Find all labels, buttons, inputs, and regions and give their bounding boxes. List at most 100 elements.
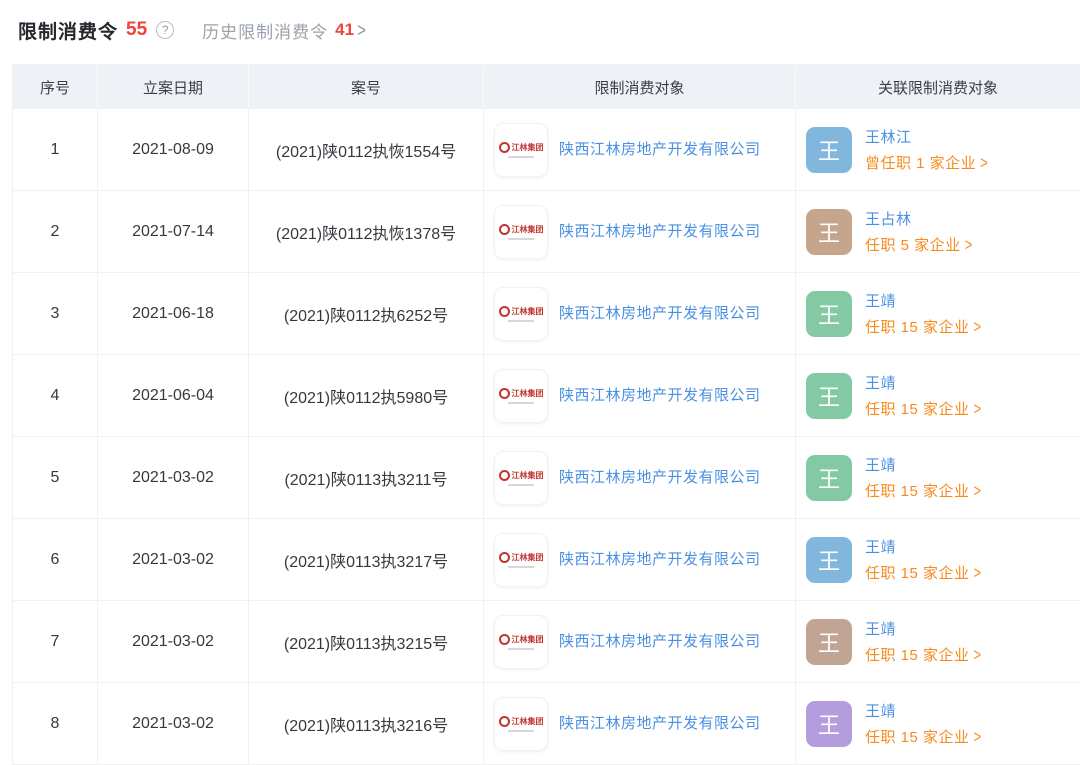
company-logo-subline (508, 238, 534, 240)
table-row: 3 2021-06-18 (2021)陕0112执6252号 江林集团 陕西江林… (13, 272, 1080, 354)
person-relation-link[interactable]: 任职 15 家企业 > (865, 562, 982, 583)
company-logo-text: 江林集团 (512, 634, 544, 645)
chevron-right-icon: > (974, 562, 982, 582)
person-name-link[interactable]: 王靖 (865, 454, 982, 475)
company-logo[interactable]: 江林集团 (494, 205, 548, 259)
table-row: 5 2021-03-02 (2021)陕0113执3211号 江林集团 陕西江林… (13, 436, 1080, 518)
company-logo-text: 江林集团 (512, 388, 544, 399)
row-index: 7 (13, 601, 98, 682)
company-name-link[interactable]: 陕西江林房地产开发有限公司 (559, 218, 787, 245)
restricted-company-cell: 江林集团 陕西江林房地产开发有限公司 (484, 437, 796, 518)
row-index: 5 (13, 437, 98, 518)
person-avatar[interactable]: 王 (806, 701, 852, 747)
section-header: 限制消费令 55 ? 历史限制消费令 41 > (0, 0, 1080, 56)
filing-date: 2021-07-14 (98, 191, 249, 272)
company-logo[interactable]: 江林集团 (494, 697, 548, 751)
col-header-index: 序号 (13, 65, 98, 109)
person-name-link[interactable]: 王靖 (865, 700, 982, 721)
person-avatar[interactable]: 王 (806, 373, 852, 419)
history-link-label: 历史限制消费令 (202, 18, 328, 43)
company-name-link[interactable]: 陕西江林房地产开发有限公司 (559, 546, 787, 573)
company-logo-subline (508, 484, 534, 486)
associated-person-cell: 王 王靖 任职 15 家企业 > (796, 519, 1080, 600)
company-logo[interactable]: 江林集团 (494, 287, 548, 341)
table-row: 7 2021-03-02 (2021)陕0113执3215号 江林集团 陕西江林… (13, 600, 1080, 682)
restricted-company-cell: 江林集团 陕西江林房地产开发有限公司 (484, 519, 796, 600)
row-index: 1 (13, 109, 98, 190)
table-row: 6 2021-03-02 (2021)陕0113执3217号 江林集团 陕西江林… (13, 518, 1080, 600)
person-name-link[interactable]: 王靖 (865, 372, 982, 393)
case-number: (2021)陕0112执恢1378号 (249, 191, 484, 272)
company-logo[interactable]: 江林集团 (494, 615, 548, 669)
col-header-restricted-target: 限制消费对象 (484, 65, 796, 109)
person-relation-link[interactable]: 任职 15 家企业 > (865, 480, 982, 501)
case-number: (2021)陕0113执3215号 (249, 601, 484, 682)
chevron-right-icon: > (980, 152, 988, 172)
company-logo-subline (508, 402, 534, 404)
person-relation-link[interactable]: 任职 15 家企业 > (865, 316, 982, 337)
restriction-table: 序号 立案日期 案号 限制消费对象 关联限制消费对象 1 2021-08-09 … (12, 64, 1080, 765)
case-number: (2021)陕0113执3217号 (249, 519, 484, 600)
restricted-company-cell: 江林集团 陕西江林房地产开发有限公司 (484, 109, 796, 190)
company-logo[interactable]: 江林集团 (494, 533, 548, 587)
help-icon[interactable]: ? (156, 21, 174, 39)
company-logo[interactable]: 江林集团 (494, 451, 548, 505)
company-logo-emblem-icon (499, 142, 510, 153)
company-name-link[interactable]: 陕西江林房地产开发有限公司 (559, 136, 787, 163)
restriction-count: 55 (126, 19, 147, 41)
row-index: 6 (13, 519, 98, 600)
company-logo-emblem-icon (499, 552, 510, 563)
associated-person-cell: 王 王靖 任职 15 家企业 > (796, 273, 1080, 354)
company-logo-text: 江林集团 (512, 224, 544, 235)
restricted-company-cell: 江林集团 陕西江林房地产开发有限公司 (484, 355, 796, 436)
table-row: 1 2021-08-09 (2021)陕0112执恢1554号 江林集团 陕西江… (13, 109, 1080, 190)
company-name-link[interactable]: 陕西江林房地产开发有限公司 (559, 710, 787, 737)
col-header-associated-target: 关联限制消费对象 (796, 65, 1080, 109)
company-name-link[interactable]: 陕西江林房地产开发有限公司 (559, 382, 787, 409)
person-avatar[interactable]: 王 (806, 537, 852, 583)
person-relation-link[interactable]: 曾任职 1 家企业 > (865, 152, 988, 173)
company-name-link[interactable]: 陕西江林房地产开发有限公司 (559, 628, 787, 655)
company-logo-text: 江林集团 (512, 552, 544, 563)
person-relation-link[interactable]: 任职 5 家企业 > (865, 234, 973, 255)
case-number: (2021)陕0113执3211号 (249, 437, 484, 518)
filing-date: 2021-03-02 (98, 519, 249, 600)
person-avatar[interactable]: 王 (806, 619, 852, 665)
restricted-company-cell: 江林集团 陕西江林房地产开发有限公司 (484, 191, 796, 272)
company-logo-emblem-icon (499, 634, 510, 645)
person-avatar[interactable]: 王 (806, 127, 852, 173)
company-logo-text: 江林集团 (512, 716, 544, 727)
chevron-right-icon: > (974, 644, 982, 664)
person-name-link[interactable]: 王占林 (865, 208, 973, 229)
person-relation-link[interactable]: 任职 15 家企业 > (865, 398, 982, 419)
company-logo-text: 江林集团 (512, 306, 544, 317)
company-logo-emblem-icon (499, 470, 510, 481)
person-name-link[interactable]: 王靖 (865, 290, 982, 311)
company-logo-subline (508, 566, 534, 568)
filing-date: 2021-06-04 (98, 355, 249, 436)
case-number: (2021)陕0112执5980号 (249, 355, 484, 436)
company-logo-subline (508, 648, 534, 650)
company-logo-emblem-icon (499, 306, 510, 317)
company-logo-text: 江林集团 (512, 142, 544, 153)
restricted-company-cell: 江林集团 陕西江林房地产开发有限公司 (484, 601, 796, 682)
company-logo[interactable]: 江林集团 (494, 369, 548, 423)
person-avatar[interactable]: 王 (806, 209, 852, 255)
company-name-link[interactable]: 陕西江林房地产开发有限公司 (559, 464, 787, 491)
company-logo[interactable]: 江林集团 (494, 123, 548, 177)
case-number: (2021)陕0112执恢1554号 (249, 109, 484, 190)
company-name-link[interactable]: 陕西江林房地产开发有限公司 (559, 300, 787, 327)
chevron-right-icon: > (357, 19, 366, 41)
person-relation-label: 任职 15 家企业 (865, 316, 970, 337)
person-relation-link[interactable]: 任职 15 家企业 > (865, 726, 982, 747)
person-avatar[interactable]: 王 (806, 291, 852, 337)
associated-person-cell: 王 王林江 曾任职 1 家企业 > (796, 109, 1080, 190)
person-name-link[interactable]: 王靖 (865, 536, 982, 557)
person-name-link[interactable]: 王靖 (865, 618, 982, 639)
filing-date: 2021-03-02 (98, 601, 249, 682)
person-relation-link[interactable]: 任职 15 家企业 > (865, 644, 982, 665)
person-avatar[interactable]: 王 (806, 455, 852, 501)
col-header-filing-date: 立案日期 (98, 65, 249, 109)
person-name-link[interactable]: 王林江 (865, 126, 988, 147)
history-restriction-link[interactable]: 历史限制消费令 41 > (202, 18, 366, 43)
